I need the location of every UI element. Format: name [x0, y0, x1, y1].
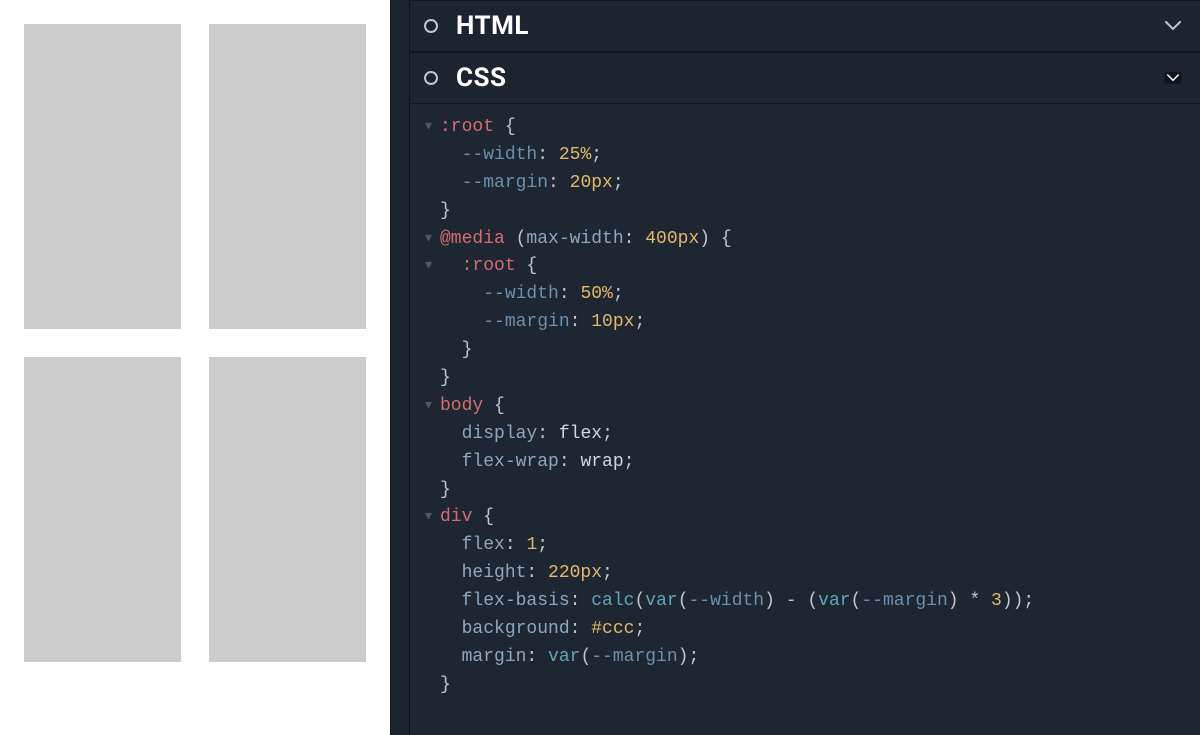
code-line[interactable]: } — [418, 337, 1200, 365]
code-line[interactable]: ▾div { — [418, 504, 1200, 532]
fold-gutter-icon[interactable]: ▾ — [418, 253, 440, 281]
chevron-down-icon[interactable] — [1164, 20, 1182, 32]
gutter — [418, 616, 440, 644]
code-line[interactable]: } — [418, 198, 1200, 226]
code-line[interactable]: --margin: 10px; — [418, 309, 1200, 337]
code-line[interactable]: margin: var(--margin); — [418, 644, 1200, 672]
gutter — [418, 560, 440, 588]
code-text[interactable]: flex-basis: calc(var(--width) - (var(--m… — [440, 588, 1200, 616]
gutter — [418, 198, 440, 226]
html-panel-header[interactable]: HTML — [410, 0, 1200, 52]
code-line[interactable]: } — [418, 477, 1200, 505]
code-text[interactable]: flex-wrap: wrap; — [440, 449, 1200, 477]
gutter — [418, 532, 440, 560]
code-line[interactable]: ▾body { — [418, 393, 1200, 421]
code-text[interactable]: --width: 25%; — [440, 142, 1200, 170]
code-line[interactable]: ▾ :root { — [418, 253, 1200, 281]
gutter — [418, 309, 440, 337]
html-panel-title: HTML — [456, 11, 529, 41]
preview-pane — [0, 0, 390, 735]
preview-tile — [24, 24, 181, 329]
gutter — [418, 672, 440, 700]
code-line[interactable]: flex: 1; — [418, 532, 1200, 560]
gear-icon[interactable] — [424, 19, 438, 33]
gutter — [418, 365, 440, 393]
code-line[interactable]: } — [418, 672, 1200, 700]
code-text[interactable]: } — [440, 337, 1200, 365]
fold-gutter-icon[interactable]: ▾ — [418, 226, 440, 254]
code-line[interactable]: height: 220px; — [418, 560, 1200, 588]
gear-icon[interactable] — [424, 71, 438, 85]
code-text[interactable]: body { — [440, 393, 1200, 421]
gutter — [418, 477, 440, 505]
code-text[interactable]: @media (max-width: 400px) { — [440, 226, 1200, 254]
gutter — [418, 644, 440, 672]
gutter — [418, 337, 440, 365]
code-text[interactable]: --width: 50%; — [440, 281, 1200, 309]
gutter — [418, 588, 440, 616]
chevron-down-icon[interactable] — [1164, 72, 1182, 84]
code-text[interactable]: --margin: 20px; — [440, 170, 1200, 198]
code-text[interactable]: } — [440, 477, 1200, 505]
code-line[interactable]: --width: 50%; — [418, 281, 1200, 309]
code-text[interactable]: margin: var(--margin); — [440, 644, 1200, 672]
code-line[interactable]: flex-wrap: wrap; — [418, 449, 1200, 477]
editor-pane: HTML CSS ▾:root { --width: 25%; --margin… — [410, 0, 1200, 735]
code-text[interactable]: } — [440, 198, 1200, 226]
code-line[interactable]: display: flex; — [418, 421, 1200, 449]
code-line[interactable]: flex-basis: calc(var(--width) - (var(--m… — [418, 588, 1200, 616]
preview-tile — [209, 24, 366, 329]
code-text[interactable]: background: #ccc; — [440, 616, 1200, 644]
code-line[interactable]: } — [418, 365, 1200, 393]
css-panel-header[interactable]: CSS — [410, 52, 1200, 104]
preview-tile — [209, 357, 366, 662]
code-line[interactable]: --width: 25%; — [418, 142, 1200, 170]
code-text[interactable]: } — [440, 365, 1200, 393]
code-text[interactable]: --margin: 10px; — [440, 309, 1200, 337]
css-code-editor[interactable]: ▾:root { --width: 25%; --margin: 20px; }… — [410, 104, 1200, 735]
code-text[interactable]: height: 220px; — [440, 560, 1200, 588]
gutter — [418, 449, 440, 477]
code-line[interactable]: --margin: 20px; — [418, 170, 1200, 198]
resize-handle[interactable] — [391, 0, 409, 735]
code-text[interactable]: } — [440, 672, 1200, 700]
fold-gutter-icon[interactable]: ▾ — [418, 114, 440, 142]
gutter — [418, 421, 440, 449]
gutter — [418, 281, 440, 309]
code-text[interactable]: :root { — [440, 253, 1200, 281]
code-text[interactable]: div { — [440, 504, 1200, 532]
gutter — [418, 142, 440, 170]
css-panel-title: CSS — [456, 63, 507, 93]
code-text[interactable]: flex: 1; — [440, 532, 1200, 560]
code-line[interactable]: ▾:root { — [418, 114, 1200, 142]
preview-tile — [24, 357, 181, 662]
fold-gutter-icon[interactable]: ▾ — [418, 393, 440, 421]
code-line[interactable]: ▾@media (max-width: 400px) { — [418, 226, 1200, 254]
app-root: HTML CSS ▾:root { --width: 25%; --margin… — [0, 0, 1200, 735]
code-text[interactable]: display: flex; — [440, 421, 1200, 449]
gutter — [418, 170, 440, 198]
code-line[interactable]: background: #ccc; — [418, 616, 1200, 644]
code-text[interactable]: :root { — [440, 114, 1200, 142]
fold-gutter-icon[interactable]: ▾ — [418, 504, 440, 532]
pane-divider[interactable] — [390, 0, 410, 735]
